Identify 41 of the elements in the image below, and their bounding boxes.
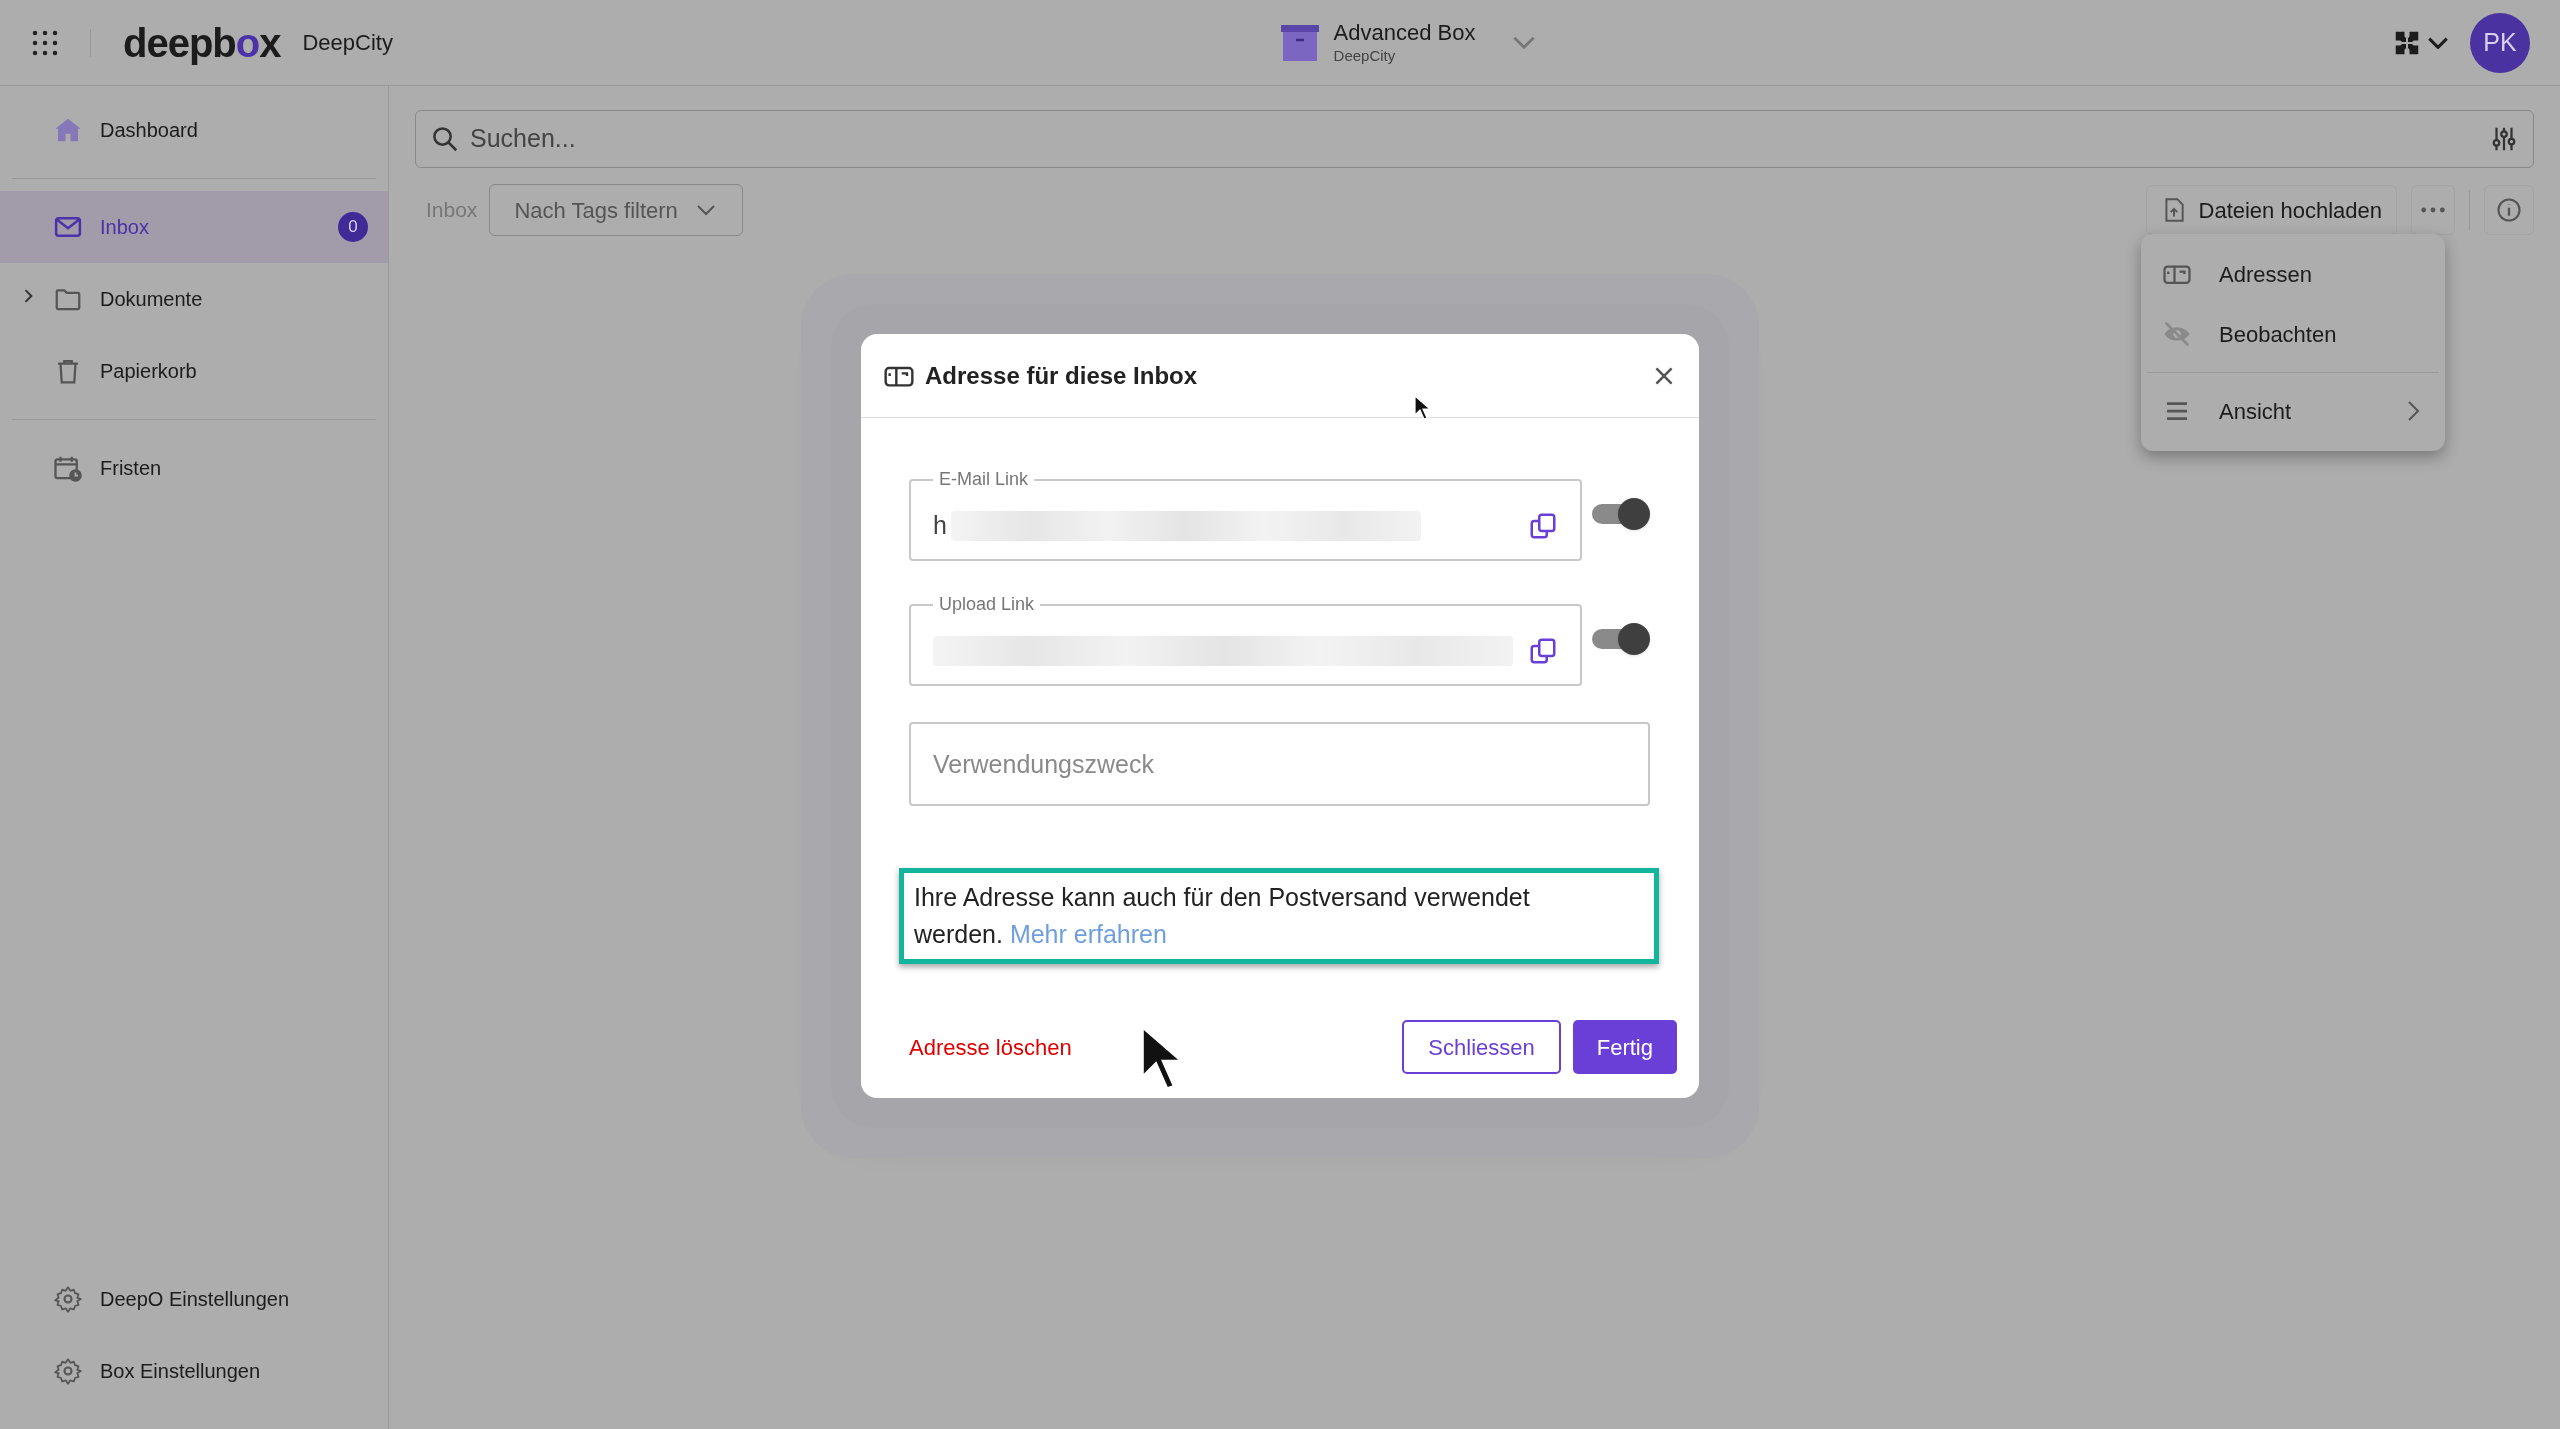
chevron-down-icon [1513,36,1536,49]
gear-icon [54,1285,82,1313]
info-icon [2495,196,2523,224]
box-icon [1279,23,1320,62]
menu-item[interactable]: Ansicht [2141,381,2445,441]
logo[interactable]: deepbox [123,12,281,73]
dialog-title: Adresse für diese Inbox [925,360,1198,391]
cursor-icon [1414,395,1432,421]
search-bar[interactable]: Suchen... [415,110,2534,168]
box-selector[interactable]: Advanced Box DeepCity [1279,19,1536,66]
count-badge: 0 [338,212,368,242]
copy-icon [1528,511,1558,541]
menu-item[interactable]: Adressen [2141,244,2445,304]
close-dialog-button[interactable]: Schliessen [1402,1020,1561,1074]
info-text: Ihre Adresse kann auch für den Postversand verwendet werden. Mehr erfahren [914,882,1531,950]
chevron-down-icon [2428,36,2448,49]
done-button[interactable]: Fertig [1572,1020,1677,1074]
search-icon [430,124,460,154]
org-name: DeepCity [302,29,393,57]
sidebar-item[interactable]: Fristen [0,432,388,504]
box-name: Advanced Box [1333,19,1476,47]
menu-item[interactable]: Beobachten [2141,304,2445,364]
delete-link[interactable]: Adresse löschen [909,1030,1072,1064]
search-field[interactable]: Suchen... [470,120,2489,158]
sidebar-item[interactable]: Dashboard [0,94,388,166]
gear-icon [54,1357,82,1385]
sidebar-item[interactable]: Papierkorb [0,335,388,407]
avatar[interactable]: PK [2470,12,2530,73]
purpose-field[interactable]: Verwendungszweck [909,722,1650,806]
copy-button[interactable] [1528,511,1558,541]
eye-off-icon [2162,319,2192,349]
sidebar-item[interactable]: Dokumente [0,263,388,335]
copy-icon [1528,636,1558,666]
field-value: h [933,510,947,542]
box-org: DeepCity [1333,46,1397,66]
info-button[interactable] [2484,185,2534,235]
sidebar-item[interactable]: DeepO Einstellungen [0,1263,388,1335]
sidebar-item[interactable]: Box Einstellungen [0,1335,388,1407]
more-icon [2421,207,2445,213]
copy-button[interactable] [1528,636,1558,666]
sidebar-item[interactable]: Inbox 0 [0,191,388,263]
